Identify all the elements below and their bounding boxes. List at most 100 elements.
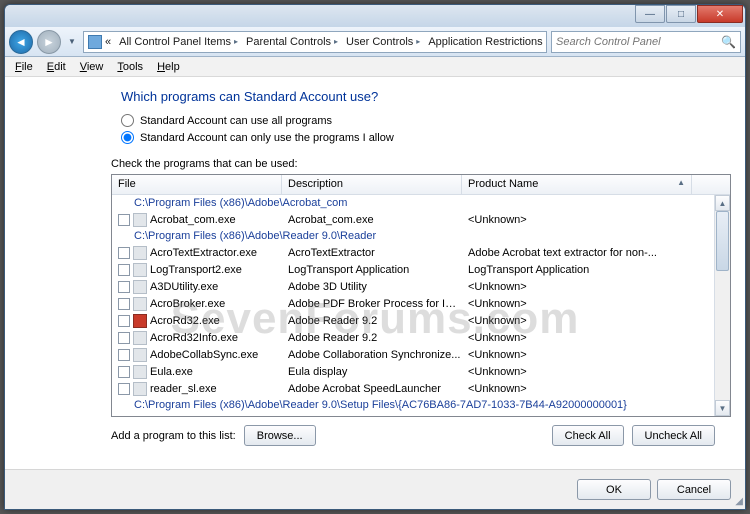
file-icon — [133, 348, 147, 362]
list-body: C:\Program Files (x86)\Adobe\Acrobat_com… — [112, 195, 714, 416]
list-label: Check the programs that can be used: — [111, 158, 715, 170]
file-description: Adobe Collaboration Synchronize... — [282, 349, 462, 361]
list-item[interactable]: AcroTextExtractor.exeAcroTextExtractorAd… — [112, 244, 714, 261]
file-icon — [133, 280, 147, 294]
menu-help[interactable]: Help — [151, 60, 186, 74]
list-item[interactable]: AcroBroker.exeAdobe PDF Broker Process f… — [112, 295, 714, 312]
file-name: reader_sl.exe — [150, 383, 217, 395]
checkbox[interactable] — [118, 298, 130, 310]
back-button[interactable]: ◄ — [9, 30, 33, 54]
menu-bar: File Edit View Tools Help — [5, 57, 745, 77]
ok-button[interactable]: OK — [577, 479, 651, 500]
breadcrumb-item[interactable]: All Control Panel Items — [119, 36, 231, 48]
scroll-down-icon[interactable]: ▼ — [715, 400, 730, 416]
maximize-button[interactable]: □ — [666, 5, 696, 23]
file-icon — [133, 297, 147, 311]
menu-file[interactable]: File — [9, 60, 39, 74]
list-item[interactable]: A3DUtility.exeAdobe 3D Utility<Unknown> — [112, 278, 714, 295]
search-box[interactable]: 🔍 — [551, 31, 741, 53]
list-item[interactable]: AcroRd32Info.exeAdobe Reader 9.2<Unknown… — [112, 329, 714, 346]
file-product: Adobe Acrobat text extractor for non-... — [462, 247, 676, 259]
chevron-right-icon: ▸ — [334, 37, 338, 46]
list-item[interactable]: Acrobat_com.exe Acrobat_com.exe <Unknown… — [112, 211, 714, 228]
scroll-thumb[interactable] — [716, 211, 729, 271]
history-dropdown-icon[interactable]: ▼ — [65, 33, 79, 51]
file-product: <Unknown> — [462, 315, 676, 327]
file-name: Acrobat_com.exe — [150, 214, 236, 226]
file-description: Adobe Reader 9.2 — [282, 332, 462, 344]
list-item[interactable]: LogTransport2.exe LogTransport Applicatio… — [112, 261, 714, 278]
file-name: AdobeCollabSync.exe — [150, 349, 258, 361]
chevron-right-icon: ▸ — [234, 37, 238, 46]
sort-asc-icon: ▲ — [677, 178, 685, 187]
column-file[interactable]: File — [112, 175, 282, 194]
file-name: AcroRd32.exe — [150, 315, 220, 327]
list-item[interactable]: AcroRd32.exe Adobe Reader 9.2<Unknown> — [112, 312, 714, 329]
checkbox[interactable] — [118, 349, 130, 361]
forward-button[interactable]: ► — [37, 30, 61, 54]
checkbox[interactable] — [118, 383, 130, 395]
bottom-row: Add a program to this list: Browse... Ch… — [111, 425, 715, 446]
checkbox[interactable] — [118, 281, 130, 293]
uncheck-all-button[interactable]: Uncheck All — [632, 425, 715, 446]
file-product: <Unknown> — [462, 366, 676, 378]
file-description: LogTransport Application — [282, 264, 462, 276]
file-product: <Unknown> — [462, 383, 676, 395]
search-input[interactable] — [556, 36, 717, 48]
file-product: <Unknown> — [462, 298, 676, 310]
file-product: <Unknown> — [462, 349, 676, 361]
group-header[interactable]: C:\Program Files (x86)\Adobe\Reader 9.0\… — [112, 397, 714, 413]
file-name: Eula.exe — [150, 366, 193, 378]
group-header[interactable]: C:\Program Files (x86)\Adobe\Acrobat_com — [112, 195, 714, 211]
menu-edit[interactable]: Edit — [41, 60, 72, 74]
browse-button[interactable]: Browse... — [244, 425, 316, 446]
vertical-scrollbar[interactable]: ▲ ▼ — [714, 195, 730, 416]
file-description: Adobe Reader 9.2 — [282, 315, 462, 327]
group-header[interactable]: C:\Program Files (x86)\Adobe\Reader 9.0\… — [112, 228, 714, 244]
close-button[interactable]: ✕ — [697, 5, 743, 23]
list-item[interactable]: reader_sl.exeAdobe Acrobat SpeedLauncher… — [112, 380, 714, 397]
column-headers: File Description Product Name▲ — [112, 175, 730, 195]
menu-tools[interactable]: Tools — [111, 60, 149, 74]
checkbox[interactable] — [118, 332, 130, 344]
checkbox[interactable] — [118, 247, 130, 259]
checkbox[interactable] — [118, 366, 130, 378]
radio-input[interactable] — [121, 131, 134, 144]
checkbox[interactable] — [118, 315, 130, 327]
file-description: Adobe 3D Utility — [282, 281, 462, 293]
file-icon — [133, 365, 147, 379]
breadcrumb-item[interactable]: Parental Controls — [246, 36, 331, 48]
file-name: AcroTextExtractor.exe — [150, 247, 257, 259]
resize-grip-icon[interactable]: ◢ — [735, 496, 743, 507]
file-description: Adobe PDF Broker Process for Int... — [282, 298, 462, 310]
radio-label: Standard Account can use all programs — [140, 115, 332, 127]
checkbox[interactable] — [118, 264, 130, 276]
menu-view[interactable]: View — [74, 60, 110, 74]
file-product: <Unknown> — [462, 332, 676, 344]
content: Which programs can Standard Account use?… — [5, 77, 745, 446]
file-icon — [133, 331, 147, 345]
scroll-up-icon[interactable]: ▲ — [715, 195, 730, 211]
checkbox[interactable] — [118, 214, 130, 226]
radio-all-programs[interactable]: Standard Account can use all programs — [121, 114, 715, 127]
titlebar: — □ ✕ — [5, 5, 745, 27]
breadcrumb-prefix: « — [105, 36, 111, 48]
location-icon — [88, 35, 102, 49]
column-product[interactable]: Product Name▲ — [462, 175, 692, 194]
column-description[interactable]: Description — [282, 175, 462, 194]
file-name: LogTransport2.exe — [150, 264, 242, 276]
file-icon — [133, 314, 147, 328]
breadcrumb-item[interactable]: Application Restrictions — [428, 36, 542, 48]
radio-only-allowed[interactable]: Standard Account can only use the progra… — [121, 131, 715, 144]
list-item[interactable]: AdobeCollabSync.exe Adobe Collaboration S… — [112, 346, 714, 363]
cancel-button[interactable]: Cancel — [657, 479, 731, 500]
minimize-button[interactable]: — — [635, 5, 665, 23]
program-list: File Description Product Name▲ C:\Progra… — [111, 174, 731, 417]
list-item[interactable]: Eula.exeEula display<Unknown> — [112, 363, 714, 380]
check-all-button[interactable]: Check All — [552, 425, 624, 446]
breadcrumb-item[interactable]: User Controls — [346, 36, 413, 48]
search-icon[interactable]: 🔍 — [721, 35, 736, 49]
file-name: A3DUtility.exe — [150, 281, 218, 293]
breadcrumb[interactable]: « All Control Panel Items▸ Parental Cont… — [83, 31, 547, 53]
radio-input[interactable] — [121, 114, 134, 127]
